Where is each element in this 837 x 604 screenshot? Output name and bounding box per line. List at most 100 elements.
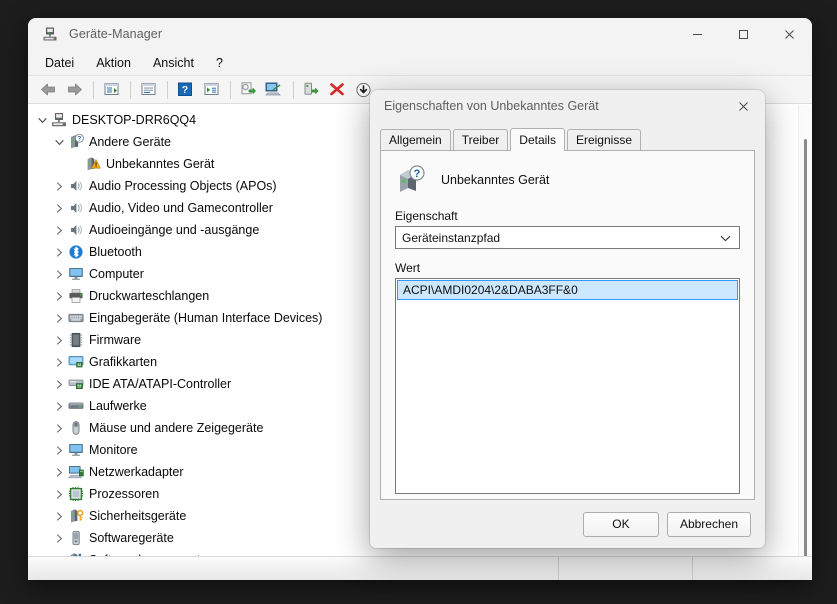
tree-item-label: Bluetooth [89,245,142,259]
chevron-right-icon[interactable] [51,332,67,348]
show-hidden-icon[interactable] [136,79,160,101]
chevron-right-icon[interactable] [51,486,67,502]
svg-text:?: ? [182,84,188,96]
network-adapter-icon [67,464,84,480]
monitor-icon [67,442,84,458]
tree-item-label: Unbekanntes Gerät [106,157,215,171]
device-header: ? Unbekanntes Gerät [395,163,740,197]
scan-hardware-icon[interactable] [199,79,223,101]
property-dropdown-value: Geräteinstanzpfad [402,230,501,245]
tree-item[interactable]: Softwarekomponenten [28,549,798,556]
forward-icon[interactable] [62,79,86,101]
toolbar-separator [93,80,94,99]
chevron-right-icon[interactable] [51,178,67,194]
chevron-right-icon[interactable] [51,244,67,260]
tree-item-label: Sicherheitsgeräte [89,509,187,523]
svg-text:?: ? [77,136,81,143]
chevron-right-icon[interactable] [51,420,67,436]
back-icon[interactable] [36,79,60,101]
remote-desktop-icon[interactable] [262,79,286,101]
toolbar-separator [293,80,294,99]
desktop-background: Geräte-Manager Datei Aktion Ansicht ? ? … [0,0,837,604]
menu-aktion[interactable]: Aktion [85,53,142,73]
value-listbox[interactable]: ACPI\AMDI0204\2&DABA3FF&0 [395,278,740,494]
ok-button[interactable]: OK [582,511,659,537]
chevron-right-icon[interactable] [51,200,67,216]
uninstall-device-icon[interactable] [325,79,349,101]
tree-item-label: Mäuse und andere Zeigegeräte [89,421,264,435]
window-titlebar[interactable]: Geräte-Manager [28,18,812,50]
minimize-button[interactable] [674,18,720,50]
tab-treiber[interactable]: Treiber [452,129,509,150]
chevron-right-icon[interactable] [51,354,67,370]
disk-drive-icon [67,398,84,414]
tab-allgemein[interactable]: Allgemein [380,129,451,150]
chevron-down-icon[interactable] [51,134,67,150]
menu-ansicht[interactable]: Ansicht [142,53,205,73]
dialog-title: Eigenschaften von Unbekanntes Gerät [384,99,599,113]
enable-device-icon[interactable] [299,79,323,101]
tree-item-label: Softwarekomponenten [89,552,214,556]
tab-details[interactable]: Details [510,128,565,151]
status-cell-secondary [558,556,692,580]
processor-icon [67,486,84,502]
tab-ereignisse[interactable]: Ereignisse [566,129,641,150]
tree-scrollbar-thumb[interactable] [804,139,807,556]
monitor-icon [67,266,84,282]
speaker-icon [67,200,84,216]
menu-bar: Datei Aktion Ansicht ? [28,50,812,76]
chevron-down-icon [720,231,731,245]
maximize-button[interactable] [720,18,766,50]
chevron-right-icon[interactable] [51,398,67,414]
chevron-right-icon[interactable] [51,508,67,524]
chevron-right-icon[interactable] [51,266,67,282]
chevron-right-icon[interactable] [51,442,67,458]
status-cell-main [28,557,558,581]
security-device-icon [67,508,84,524]
chevron-down-icon[interactable] [34,112,50,128]
help-icon[interactable]: ? [173,79,197,101]
tree-item-label: Netzwerkadapter [89,465,184,479]
chevron-right-icon[interactable] [51,552,67,556]
software-device-icon [67,530,84,546]
tree-item-label: Monitore [89,443,138,457]
status-bar [28,556,812,580]
computer-icon [50,112,67,128]
property-dropdown[interactable]: Geräteinstanzpfad [395,226,740,249]
value-label: Wert [395,261,421,275]
svg-text:?: ? [414,168,421,180]
dialog-close-button[interactable] [721,90,765,122]
dialog-titlebar[interactable]: Eigenschaften von Unbekanntes Gerät [370,90,765,122]
tree-item-label: Prozessoren [89,487,160,501]
tree-scrollbar[interactable] [798,105,812,556]
toolbar-separator [230,80,231,99]
update-driver-icon[interactable] [236,79,260,101]
chevron-right-icon[interactable] [51,222,67,238]
dialog-buttons: OK Abbrechen [370,500,765,548]
menu-hilfe[interactable]: ? [205,53,234,73]
mouse-icon [67,420,84,436]
unknown-category-icon: ? [67,134,84,150]
tree-item-label: Eingabegeräte (Human Interface Devices) [89,311,323,325]
bluetooth-icon [67,244,84,260]
tree-item-label: Computer [89,267,144,281]
tree-item-label: Audioeingänge und -ausgänge [89,223,260,237]
tree-item-label: Druckwarteschlangen [89,289,210,303]
display-adapter-icon [67,354,84,370]
menu-datei[interactable]: Datei [34,53,85,73]
tree-item-label: DESKTOP-DRR6QQ4 [72,113,197,127]
dialog-tabstrip: Allgemein Treiber Details Ereignisse [380,128,765,151]
status-cell-tertiary [692,556,812,580]
close-button[interactable] [766,18,812,50]
tree-item-label: Firmware [89,333,142,347]
properties-icon[interactable] [99,79,123,101]
window-title: Geräte-Manager [69,27,163,41]
chevron-right-icon[interactable] [51,310,67,326]
cancel-button[interactable]: Abbrechen [666,511,751,537]
value-list-item[interactable]: ACPI\AMDI0204\2&DABA3FF&0 [397,280,738,300]
tree-item-label: Softwaregeräte [89,531,174,545]
chevron-right-icon[interactable] [51,288,67,304]
chevron-right-icon[interactable] [51,376,67,392]
chevron-right-icon[interactable] [51,530,67,546]
chevron-right-icon[interactable] [51,464,67,480]
